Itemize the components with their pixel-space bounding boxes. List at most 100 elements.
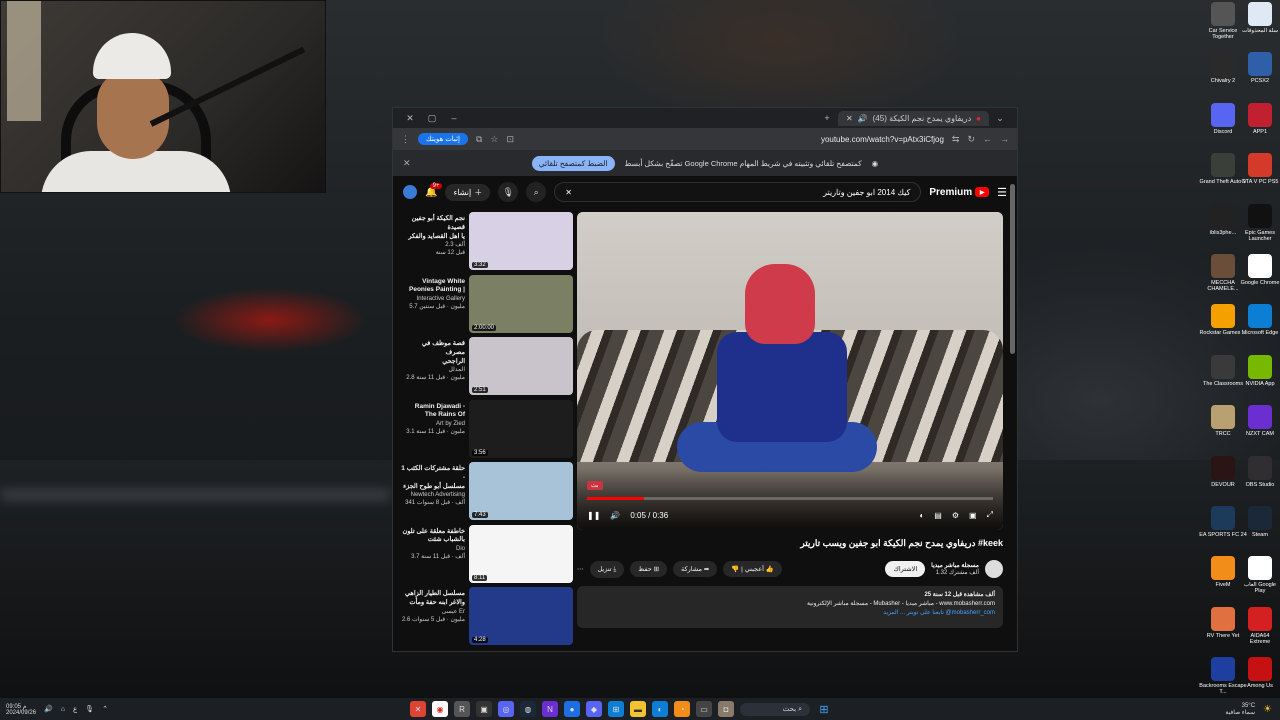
network-icon[interactable]: ⌂ [61,706,65,713]
browser-tab[interactable]: ✕ 🔊 (45) دريفاوي يمدح نجم الكيكة ● [837,110,989,126]
new-tab-icon[interactable]: + [816,113,838,123]
back-icon[interactable]: → [1000,134,1009,144]
autoplay-toggle-icon[interactable]: ◐ [919,511,924,520]
progress-bar[interactable] [587,497,993,500]
desktop-icon[interactable]: سلة المحذوفات [1240,2,1280,52]
related-thumbnail[interactable]: 8:11 [469,524,573,583]
speaker-icon[interactable]: 🔊 [44,705,53,713]
tray-overflow-icon[interactable]: ⌃ [102,705,108,713]
video-player[interactable]: بث ❚❚ 🔊 0:05 / 0:36 ◐ ▤ ⚙ ▣ ⤢ [577,212,1003,530]
channel-avatar[interactable] [985,560,1003,578]
miniplayer-icon[interactable]: ▣ [969,511,977,520]
video-description[interactable]: 25 ألف مشاهدة قبل 12 سنة مسجلة مباشر الإ… [577,586,1003,628]
subtitles-icon[interactable]: ▤ [934,511,942,520]
related-video-item[interactable]: قصة موظف في مصرف الراجحي المدلل 2.8 مليون ·… [401,337,573,400]
like-dislike-button[interactable]: 👎 | أعجبني 👍 [723,561,782,577]
related-video-item[interactable]: Vintage White Peonies Painting | Interacti… [401,274,573,338]
set-default-button[interactable]: الضبط كمتصفح تلقائي [531,155,615,171]
desktop-icon[interactable]: OBS Studio [1240,455,1280,506]
related-thumbnail[interactable]: 2:51 [469,337,573,395]
notifications-bell-icon[interactable]: 🔔 9+ [425,182,443,198]
desktop-icon[interactable]: NVIDIA App [1240,354,1280,405]
tab-close-icon[interactable]: ✕ [846,114,853,123]
desktop-icon[interactable]: NZXT CAM [1240,405,1280,455]
related-video-item[interactable]: نجم الكيكة أبو جفين قصيدة يا اهل القصايد … [401,212,573,275]
steam-taskbar-icon[interactable]: ◍ [520,701,536,717]
related-thumbnail[interactable]: 4:28 [469,587,573,645]
related-video-item[interactable]: مسلسل الطيار الزاهي والاغر ابنه حفة ومأت ع… [401,587,573,650]
clear-search-icon[interactable]: ✕ [565,188,572,197]
widgets-icon[interactable]: ◘ [718,701,734,717]
related-thumbnail[interactable]: 3:56 [469,399,573,458]
store-icon[interactable]: ⊞ [608,701,624,717]
related-video-item[interactable]: Ramin Djawadi - The Rains Of Art by Zied 3.… [401,399,573,463]
search-input[interactable]: ✕ كيك 2014 ابو جفين وتاريتر [554,182,922,202]
app-icon-recording[interactable]: ✕ [410,701,426,717]
minimize-icon[interactable]: – [443,113,465,123]
bookmark-star-icon[interactable]: ☆ [490,134,498,145]
desktop-icon[interactable]: Microsoft Edge [1240,304,1280,354]
download-button[interactable]: تنزيل ⤓ [589,560,625,578]
reload-icon[interactable]: ↻ [967,134,975,145]
related-thumbnail[interactable]: 3:32 [469,212,573,270]
app-icon-orange[interactable]: ◔ [674,701,690,717]
forward-icon[interactable]: ← [983,134,992,144]
page-scrollbar[interactable] [1010,184,1015,354]
taskbar-search[interactable]: بحث ⌕ [740,702,810,716]
more-actions-icon[interactable]: ⋯ [577,565,584,573]
share-button[interactable]: مشاركة ➦ [673,561,718,577]
related-video-item[interactable]: خاطفة معلقة على تلون بالشباب شئت Dio 3.7 أل… [401,524,573,588]
related-video-item[interactable]: حلقة مشتركات الكئب 1 - مسلسل أبو طوح الجز… [401,462,573,525]
description-line-2[interactable]: تابعنا على تويتر ... المزيد @mobasherr_c… [585,609,995,618]
chrome-taskbar-icon[interactable]: ◉ [432,701,448,717]
youtube-logo[interactable]: Premium ▶ [929,187,990,198]
close-window-icon[interactable]: ✕ [399,113,421,124]
search-icon[interactable]: ⌕ [526,182,547,202]
cast-icon[interactable]: ⊡ [506,134,514,145]
voice-search-icon[interactable]: 🎙 [498,182,519,202]
weather-widget[interactable]: 35°C سماء صافية ☀ [1225,703,1272,716]
create-button[interactable]: إنشاء ＋ [445,183,491,201]
account-avatar[interactable] [403,185,417,199]
desktop-app-icon [1248,52,1272,77]
fullscreen-icon[interactable]: ⤢ [987,510,993,520]
clock[interactable]: 09:05 م 2024/09/26 [6,703,36,716]
settings-gear-icon[interactable]: ⚙ [952,511,959,520]
subscribe-button[interactable]: الاشتراك [885,561,926,577]
desktop-icon[interactable]: PCSX2 [1240,52,1280,102]
desktop-icon[interactable]: Google Chrome [1240,253,1280,304]
edge-taskbar-icon[interactable]: ◐ [652,701,668,717]
app-icon-blue[interactable]: ● [564,701,580,717]
desktop-icon[interactable]: AIDA64 Extreme [1240,606,1280,657]
windows-start-icon[interactable]: ⊞ [816,701,832,717]
desktop-icon[interactable]: GTA V PC PS5 [1240,153,1280,203]
maximize-icon[interactable]: ▢ [421,113,443,124]
related-thumbnail[interactable]: 7:43 [469,462,573,520]
menu-dots-icon[interactable]: ⋮ [401,134,410,145]
app-icon-grey[interactable]: ▭ [696,701,712,717]
close-notice-icon[interactable]: ✕ [403,158,411,169]
url-field[interactable]: youtube.com/watch?v=pAtx3iCfjog [821,135,944,144]
channel-info[interactable]: مسجلة مباشر ميديا 1.32 ألف مشترك [931,562,979,576]
save-button[interactable]: حفظ ⊞ [630,561,668,577]
related-thumbnail[interactable]: 2:00:00 [469,274,573,333]
discord-taskbar-icon[interactable]: ◎ [498,701,514,717]
app-icon-terminal[interactable]: ▣ [476,701,492,717]
desktop-icon[interactable]: العاب Google Play [1240,556,1280,606]
desktop-icon[interactable]: Epic Games Launcher [1240,203,1280,254]
nzxt-taskbar-icon[interactable]: N [542,701,558,717]
guide-menu-icon[interactable]: ☰ [997,186,1007,199]
file-explorer-icon[interactable]: ▬ [630,701,646,717]
volume-icon[interactable]: 🔊 [610,511,620,520]
desktop-icon[interactable]: APP1 [1240,102,1280,153]
mic-tray-icon[interactable]: 🎙 [85,705,94,713]
desktop-icon[interactable]: Steam [1240,505,1280,556]
pause-icon[interactable]: ❚❚ [587,511,600,520]
tab-list-icon[interactable]: ⌄ [989,113,1011,124]
profile-button[interactable]: إثبات هويتك [418,133,468,145]
extensions-icon[interactable]: ⧉ [476,134,482,145]
app-icon-teams[interactable]: ◆ [586,701,602,717]
app-icon-rockstar[interactable]: R [454,701,470,717]
language-icon[interactable]: ع [73,705,77,713]
site-settings-icon[interactable]: ⇆ [952,134,960,145]
